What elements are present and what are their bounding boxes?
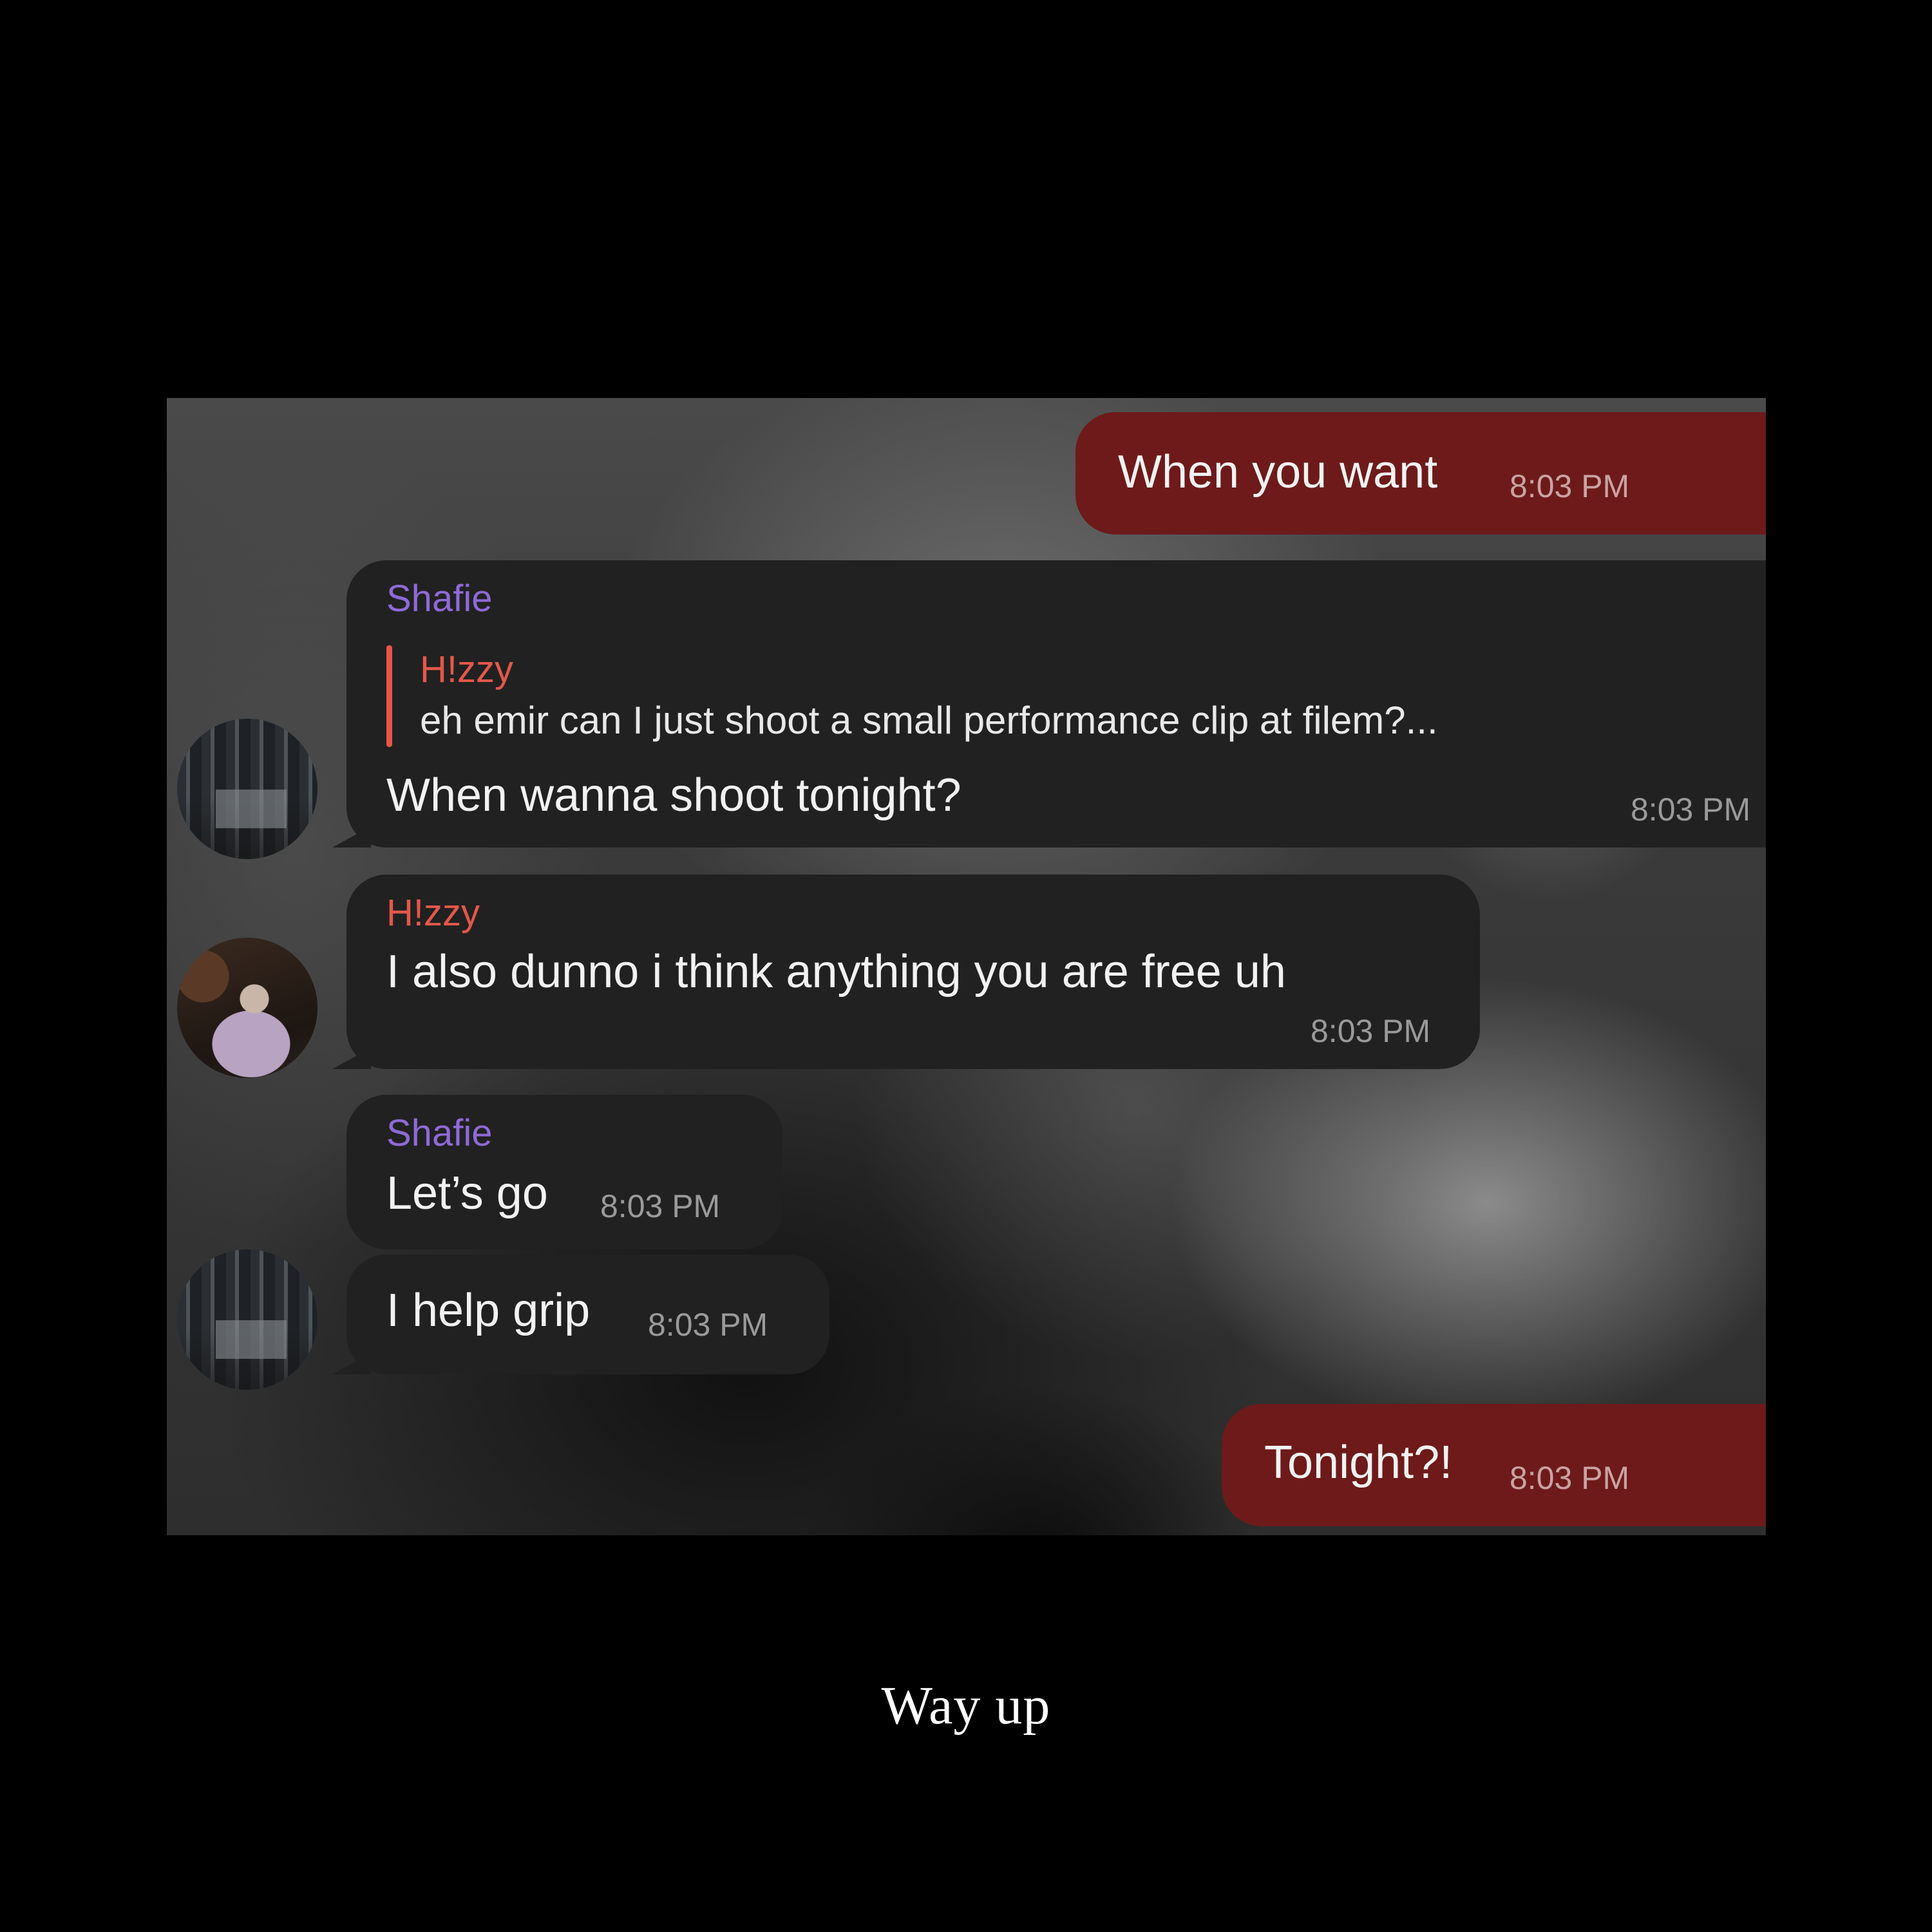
incoming-message-bubble[interactable]: Shafie Let’s go 8:03 PM: [346, 1095, 782, 1249]
sender-name: Shafie: [386, 1112, 493, 1154]
outgoing-message-bubble[interactable]: When you want 8:03 PM: [1075, 412, 1766, 535]
incoming-message-bubble[interactable]: I help grip 8:03 PM: [332, 1255, 829, 1374]
message-timestamp: 8:03 PM: [1510, 1460, 1630, 1496]
message-timestamp: 8:03 PM: [648, 1307, 768, 1343]
reply-indicator-bar: [386, 645, 392, 747]
bubble-tail: [332, 1346, 371, 1374]
message-text: I also dunno i think anything you are fr…: [386, 946, 1286, 998]
avatar-shafie[interactable]: [177, 719, 317, 859]
message-timestamp: 8:03 PM: [1631, 791, 1751, 828]
message-timestamp: 8:03 PM: [1311, 1013, 1431, 1049]
message-text: When you want: [1118, 446, 1438, 498]
avatar-hizzy[interactable]: [177, 938, 317, 1078]
avatar-shafie[interactable]: [177, 1249, 317, 1390]
incoming-message-bubble[interactable]: Shafie H!zzy eh emir can I just shoot a …: [332, 560, 1766, 848]
message-text: When wanna shoot tonight?: [386, 770, 961, 821]
message-text: Let’s go: [386, 1168, 548, 1219]
reply-preview-text[interactable]: eh emir can I just shoot a small perform…: [420, 698, 1438, 743]
bubble-tail: [332, 1041, 371, 1069]
reply-sender-name[interactable]: H!zzy: [420, 648, 513, 691]
message-text: I help grip: [386, 1285, 591, 1336]
bubble-tail: [332, 819, 371, 848]
sender-name: Shafie: [386, 578, 493, 620]
message-timestamp: 8:03 PM: [600, 1188, 721, 1224]
message-timestamp: 8:03 PM: [1510, 468, 1630, 504]
message-text: Tonight?!: [1264, 1437, 1453, 1488]
sender-name: H!zzy: [386, 892, 480, 934]
caption-text: Way up: [881, 1676, 1051, 1736]
chat-screenshot: When you want 8:03 PM Shafie H!zzy eh em…: [167, 398, 1766, 1535]
outgoing-message-bubble[interactable]: Tonight?! 8:03 PM: [1222, 1404, 1766, 1526]
incoming-message-bubble[interactable]: H!zzy I also dunno i think anything you …: [332, 875, 1480, 1069]
